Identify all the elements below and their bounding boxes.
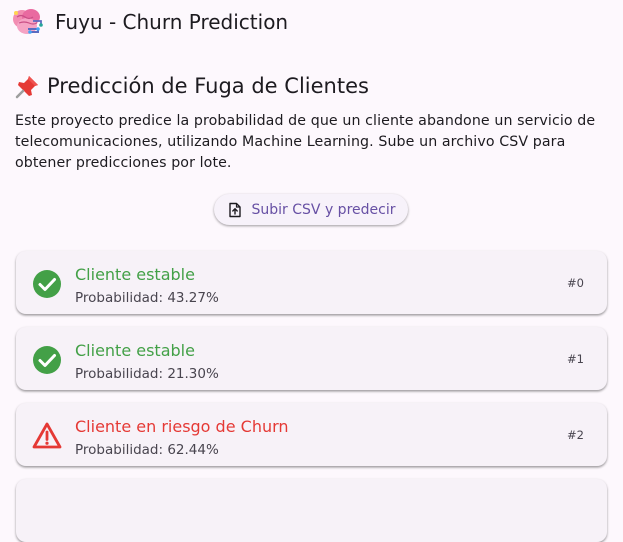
- result-probability: Probabilidad: 21.30%: [75, 366, 219, 382]
- app-title: Fuyu - Churn Prediction: [55, 10, 289, 34]
- result-card: Cliente estable Probabilidad: 43.27% #0: [16, 251, 607, 314]
- project-description: Este proyecto predice la probabilidad de…: [15, 113, 596, 171]
- result-index: #0: [567, 276, 584, 290]
- result-probability: Probabilidad: 43.27%: [75, 290, 219, 306]
- page-title: Predicción de Fuga de Clientes: [15, 73, 369, 99]
- result-title: Cliente estable: [75, 265, 195, 284]
- result-index: #2: [567, 428, 584, 442]
- pushpin-icon: [15, 73, 41, 99]
- upload-csv-label: Subir CSV y predecir: [251, 201, 396, 218]
- page-title-text: Predicción de Fuga de Clientes: [47, 74, 369, 98]
- upload-csv-button[interactable]: Subir CSV y predecir: [214, 194, 408, 225]
- result-card: Cliente en riesgo de Churn Probabilidad:…: [16, 403, 607, 466]
- result-index: #1: [567, 352, 584, 366]
- result-title: Cliente estable: [75, 341, 195, 360]
- result-probability: Probabilidad: 62.44%: [75, 442, 219, 458]
- check-circle-icon: [32, 345, 62, 375]
- brain-icon: [11, 7, 45, 37]
- check-circle-icon: [32, 269, 62, 299]
- warning-triangle-icon: [32, 421, 62, 451]
- result-card: Cliente estable Probabilidad: 21.30% #1: [16, 327, 607, 390]
- result-title: Cliente en riesgo de Churn: [75, 417, 289, 436]
- result-card: [16, 479, 607, 542]
- app-bar: Fuyu - Churn Prediction: [0, 0, 623, 44]
- file-upload-icon: [227, 202, 243, 218]
